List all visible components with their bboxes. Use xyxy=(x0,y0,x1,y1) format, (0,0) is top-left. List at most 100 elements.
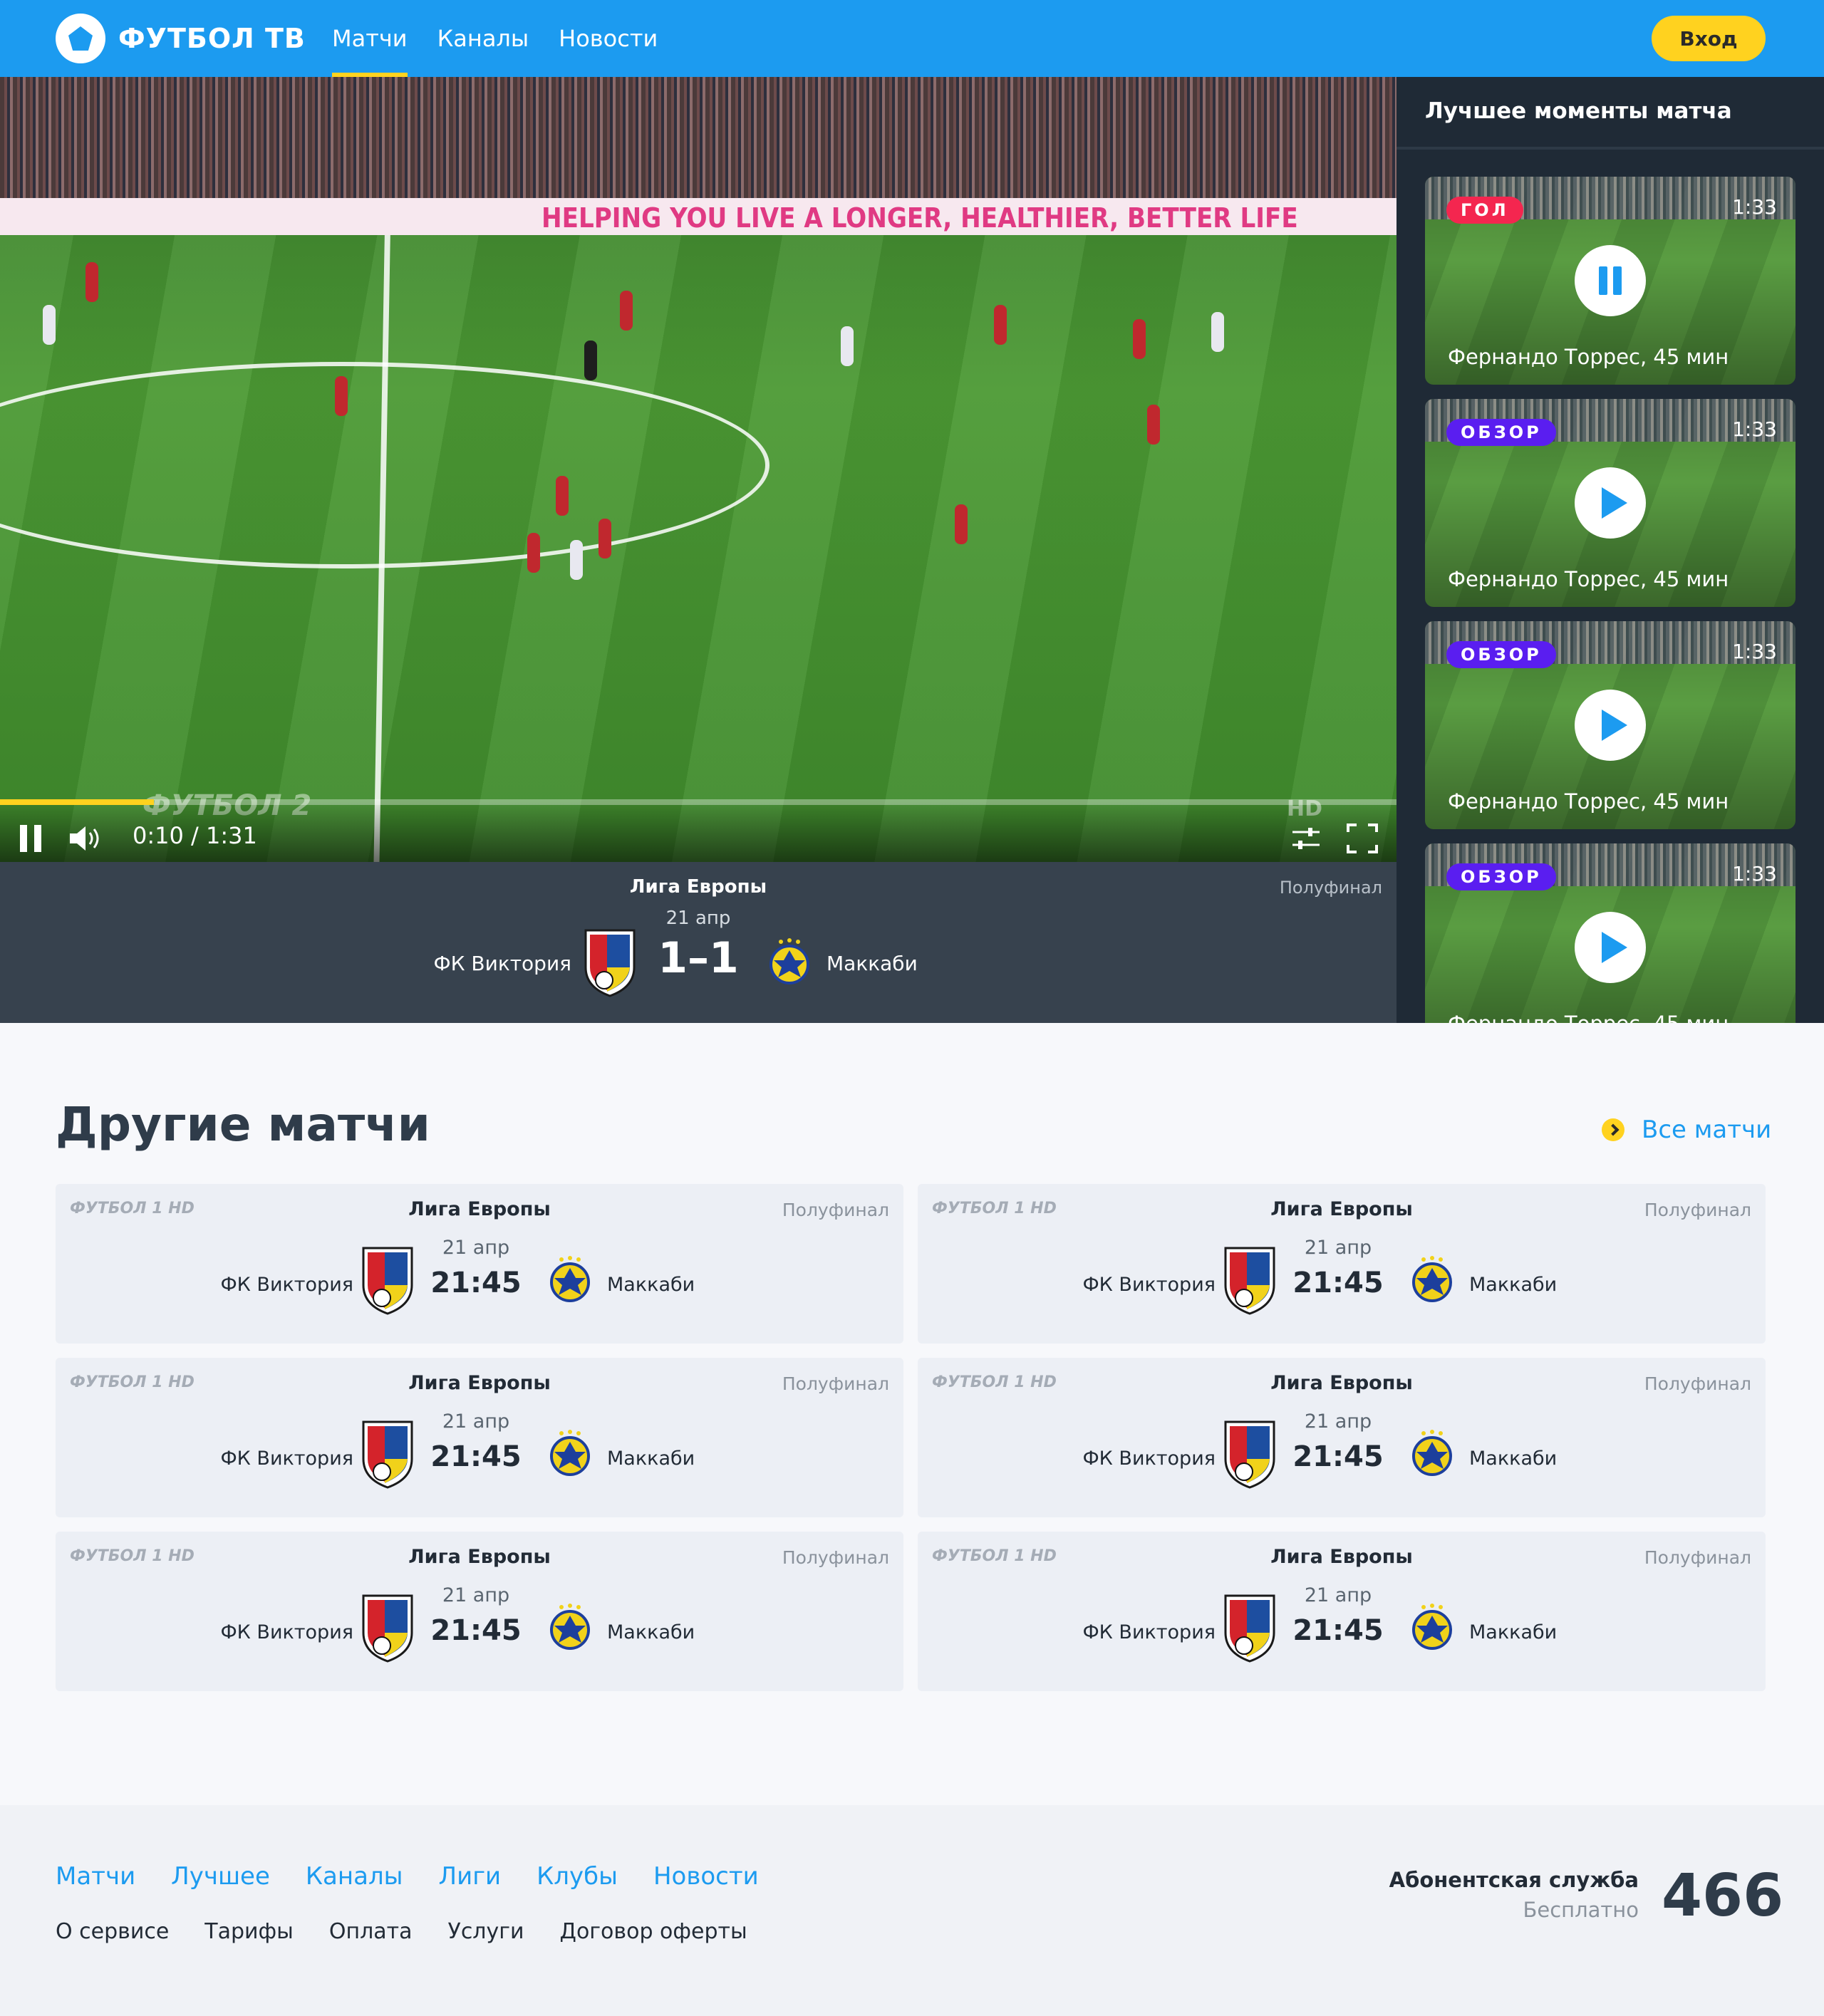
support-subtitle: Бесплатно xyxy=(1523,1898,1639,1922)
player-figure xyxy=(955,504,968,544)
footer-link-services[interactable]: Услуги xyxy=(448,1919,524,1944)
match-card[interactable]: ФУТБОЛ 1 HD Лига Европы Полуфинал ФК Виктор… xyxy=(56,1184,903,1344)
highlight-type-badge: ОБЗОР xyxy=(1446,641,1556,668)
login-button[interactable]: Вход xyxy=(1652,16,1766,61)
pause-icon[interactable] xyxy=(1575,245,1646,316)
pause-icon[interactable] xyxy=(20,825,43,852)
highlight-card[interactable]: ОБЗОР 1:33 Фернандо Торрес, 45 мин xyxy=(1425,399,1796,607)
highlight-duration: 1:33 xyxy=(1732,640,1777,663)
logo-text: ФУТБОЛ ТВ xyxy=(118,23,306,54)
player-figure xyxy=(584,341,597,380)
league-name: Лига Европы xyxy=(408,1546,551,1568)
maccabi-crest-icon xyxy=(1406,1254,1458,1305)
home-team-name: ФК Виктория xyxy=(220,1274,353,1296)
highlight-duration: 1:33 xyxy=(1732,195,1777,219)
match-card[interactable]: ФУТБОЛ 1 HD Лига Европы Полуфинал ФК Виктор… xyxy=(56,1532,903,1691)
highlight-type-badge: ОБЗОР xyxy=(1446,863,1556,890)
footer-link-news[interactable]: Новости xyxy=(653,1862,759,1891)
logo[interactable]: ФУТБОЛ ТВ xyxy=(56,13,306,64)
nav-news[interactable]: Новости xyxy=(559,0,658,77)
footer-link-about[interactable]: О сервисе xyxy=(56,1919,169,1944)
footer-main-links: Матчи Лучшее Каналы Лиги Клубы Новости xyxy=(56,1862,794,1891)
all-matches-label: Все матчи xyxy=(1642,1116,1772,1144)
league-name: Лига Европы xyxy=(629,876,767,898)
away-team-name: Маккаби xyxy=(826,952,918,975)
footer-link-channels[interactable]: Каналы xyxy=(306,1862,403,1891)
highlight-card[interactable]: ГОЛ 1:33 Фернандо Торрес, 45 мин xyxy=(1425,177,1796,385)
maccabi-crest-icon xyxy=(1406,1428,1458,1479)
match-date: 21 апр xyxy=(442,1237,510,1259)
top-header: ФУТБОЛ ТВ Матчи Каналы Новости Вход xyxy=(0,0,1824,77)
match-time: 21:45 xyxy=(430,1614,522,1647)
player-figure xyxy=(1211,312,1224,352)
player-figure xyxy=(598,519,611,558)
match-time: 21:45 xyxy=(430,1267,522,1299)
footer-link-tariffs[interactable]: Тарифы xyxy=(204,1919,294,1944)
play-icon[interactable] xyxy=(1575,467,1646,539)
volume-icon[interactable] xyxy=(68,823,105,853)
league-name: Лига Европы xyxy=(1270,1198,1413,1220)
support-phone-number[interactable]: 466 xyxy=(1662,1862,1783,1930)
highlight-duration: 1:33 xyxy=(1732,417,1777,441)
player-figure xyxy=(570,540,583,580)
pitch-center-circle xyxy=(0,362,770,568)
player-figure xyxy=(527,533,540,573)
footer-link-leagues[interactable]: Лиги xyxy=(439,1862,502,1891)
player-figure xyxy=(1147,405,1160,445)
league-name: Лига Европы xyxy=(1270,1546,1413,1568)
home-team-name: ФК Виктория xyxy=(433,952,571,975)
match-card[interactable]: ФУТБОЛ 1 HD Лига Европы Полуфинал ФК Виктор… xyxy=(918,1532,1766,1691)
footer-link-offer[interactable]: Договор оферты xyxy=(560,1919,747,1944)
match-card[interactable]: ФУТБОЛ 1 HD Лига Европы Полуфинал ФК Виктор… xyxy=(918,1184,1766,1344)
nav-channels[interactable]: Каналы xyxy=(437,0,529,77)
settings-sliders-icon[interactable] xyxy=(1291,823,1321,853)
highlight-caption: Фернандо Торрес, 45 мин xyxy=(1448,789,1729,814)
maccabi-crest-icon xyxy=(544,1428,596,1479)
highlight-duration: 1:33 xyxy=(1732,862,1777,885)
highlight-card[interactable]: ОБЗОР 1:33 Фернандо Торрес, 45 мин xyxy=(1425,621,1796,829)
progress-bar[interactable] xyxy=(0,799,1396,805)
match-stage: Полуфинал xyxy=(1644,1373,1751,1394)
away-team-name: Маккаби xyxy=(607,1274,695,1296)
footer-link-payment[interactable]: Оплата xyxy=(329,1919,413,1944)
maccabi-crest-icon xyxy=(544,1601,596,1653)
match-date: 21 апр xyxy=(1304,1410,1372,1433)
maccabi-crest-icon xyxy=(764,936,815,987)
player-figure xyxy=(556,476,569,516)
match-card[interactable]: ФУТБОЛ 1 HD Лига Европы Полуфинал ФК Виктор… xyxy=(56,1358,903,1517)
match-stage: Полуфинал xyxy=(1644,1200,1751,1220)
football-logo-icon xyxy=(56,14,105,63)
match-time: 21:45 xyxy=(1292,1440,1384,1473)
current-match-info: Лига Европы Полуфинал 21 апр ФК Виктория… xyxy=(0,862,1396,1023)
match-date: 21 апр xyxy=(1304,1237,1372,1259)
video-player[interactable]: HELPING YOU LIVE A LONGER, HEALTHIER, BE… xyxy=(0,77,1396,862)
league-name: Лига Европы xyxy=(1270,1372,1413,1394)
maccabi-crest-icon xyxy=(544,1254,596,1305)
match-card[interactable]: ФУТБОЛ 1 HD Лига Европы Полуфинал ФК Виктор… xyxy=(918,1358,1766,1517)
nav-matches[interactable]: Матчи xyxy=(332,0,408,77)
chevron-right-icon xyxy=(1602,1118,1624,1141)
fullscreen-icon[interactable] xyxy=(1347,823,1378,853)
match-stage: Полуфинал xyxy=(782,1373,889,1394)
footer-link-matches[interactable]: Матчи xyxy=(56,1862,135,1891)
footer-link-best[interactable]: Лучшее xyxy=(171,1862,270,1891)
all-matches-link[interactable]: Все матчи xyxy=(1602,1116,1771,1144)
play-icon[interactable] xyxy=(1575,690,1646,761)
footer-link-clubs[interactable]: Клубы xyxy=(537,1862,618,1891)
stadium-stands xyxy=(0,77,1396,198)
play-icon[interactable] xyxy=(1575,912,1646,983)
maccabi-crest-icon xyxy=(1406,1601,1458,1653)
player-figure xyxy=(43,305,56,345)
other-matches-title: Другие матчи xyxy=(56,1097,430,1152)
highlight-caption: Фернандо Торрес, 45 мин xyxy=(1448,1012,1729,1023)
away-team-name: Маккаби xyxy=(1469,1274,1558,1296)
player-figure xyxy=(994,305,1007,345)
player-figure xyxy=(86,262,98,302)
league-name: Лига Европы xyxy=(408,1198,551,1220)
home-team-name: ФК Виктория xyxy=(220,1621,353,1643)
highlight-card[interactable]: ОБЗОР 1:33 Фернандо Торрес, 45 мин xyxy=(1425,843,1796,1023)
match-time: 21:45 xyxy=(1292,1614,1384,1647)
away-team-name: Маккаби xyxy=(1469,1448,1558,1470)
home-team-name: ФК Виктория xyxy=(1082,1448,1216,1470)
highlights-title: Лучшее моменты матча xyxy=(1425,98,1732,124)
